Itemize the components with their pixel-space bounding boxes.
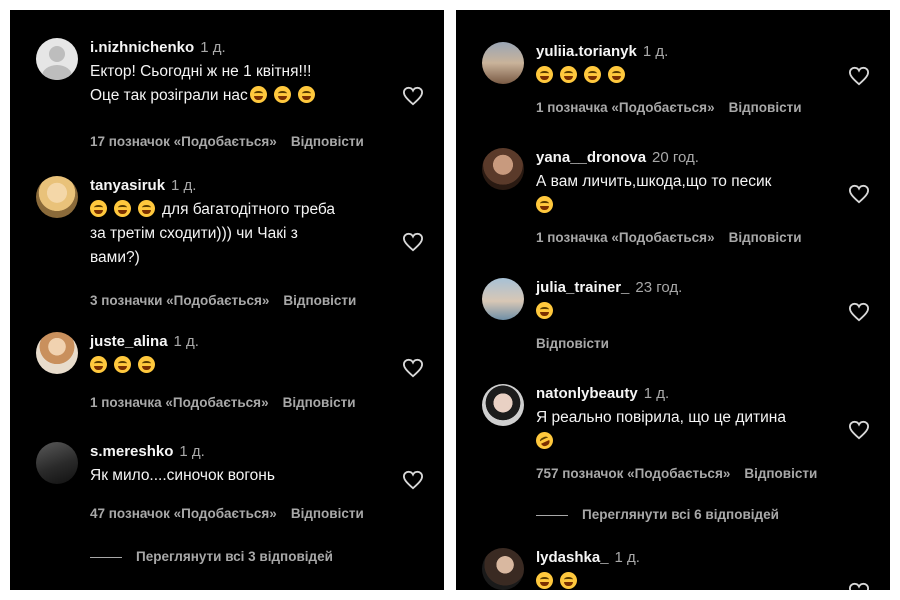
grin-emoji-icon	[584, 66, 601, 83]
comments-panel-right: yuliia.torianyk 1 д. 1 позначка «Подобаєт…	[456, 10, 890, 590]
grin-emoji-icon	[536, 196, 553, 213]
comment-username[interactable]: yuliia.torianyk	[536, 43, 637, 60]
avatar[interactable]	[36, 442, 78, 484]
like-count[interactable]: 1 позначка «Подобається»	[536, 230, 715, 245]
comment-username[interactable]: s.mereshko	[90, 443, 173, 460]
grin-emoji-icon	[114, 356, 131, 373]
grin-emoji-icon	[536, 66, 553, 83]
comment-username[interactable]: yana__dronova	[536, 149, 646, 166]
like-count[interactable]: 1 позначка «Подобається»	[90, 395, 269, 410]
comment-text: для багатодітного треба за третім сходит…	[90, 200, 336, 266]
grin-emoji-icon	[273, 86, 291, 103]
comment-username[interactable]: natonlybeauty	[536, 385, 638, 402]
avatar[interactable]	[482, 148, 524, 190]
grin-emoji-icon	[138, 356, 155, 373]
grin-emoji-icon	[536, 572, 553, 589]
avatar[interactable]	[36, 38, 78, 80]
grin-emoji-icon	[114, 200, 131, 217]
like-count[interactable]: 757 позначок «Подобається»	[536, 466, 730, 481]
grin-emoji-icon	[249, 86, 267, 103]
comment-time: 1 д.	[643, 385, 670, 402]
comment-time: 1 д.	[179, 443, 205, 460]
heart-icon[interactable]	[848, 184, 870, 204]
reply-button[interactable]: Відповісти	[536, 336, 609, 351]
heart-icon[interactable]	[848, 66, 870, 86]
replies-divider	[90, 556, 122, 558]
grin-emoji-icon	[90, 356, 107, 373]
like-count[interactable]: 1 позначка «Подобається»	[536, 100, 715, 115]
reply-button[interactable]: Відповісти	[283, 395, 356, 410]
comment-text: А вам личить,шкода,що то песик	[536, 170, 830, 218]
heart-icon[interactable]	[848, 582, 870, 590]
comment-text	[90, 354, 384, 378]
comment-username[interactable]: lydashka_	[536, 549, 609, 566]
heart-icon[interactable]	[402, 86, 424, 106]
avatar[interactable]	[36, 176, 78, 218]
comment-time: 1 д.	[173, 333, 199, 350]
replies-divider	[536, 514, 568, 516]
comment-time: 1 д.	[642, 43, 669, 60]
grin-emoji-icon	[560, 572, 577, 589]
comment-text: Я реально повірила, що це дитина	[533, 406, 830, 454]
comment-text	[536, 570, 830, 590]
comment-text: Як мило....синочок вогонь	[90, 467, 275, 484]
comment-time: 1 д.	[200, 39, 226, 56]
avatar[interactable]	[36, 332, 78, 374]
view-replies-button[interactable]: Переглянути всі 6 відповідей	[536, 507, 779, 522]
heart-icon[interactable]	[848, 420, 870, 440]
rofl-emoji-icon	[533, 429, 556, 452]
avatar[interactable]	[482, 278, 524, 320]
reply-button[interactable]: Відповісти	[744, 466, 817, 481]
reply-button[interactable]: Відповісти	[291, 506, 364, 521]
heart-icon[interactable]	[402, 470, 424, 490]
grin-emoji-icon	[90, 200, 107, 217]
avatar[interactable]	[482, 42, 524, 84]
comment-username[interactable]: tanyasiruk	[90, 177, 165, 194]
comment-text: Ектор! Сьогодні ж не 1 квітня!!! Оце так…	[90, 60, 384, 108]
heart-icon[interactable]	[402, 358, 424, 378]
comment-time: 20 год.	[652, 149, 699, 166]
default-avatar-icon	[42, 46, 72, 80]
comment-username[interactable]: i.nizhnichenko	[90, 39, 194, 56]
grin-emoji-icon	[560, 66, 577, 83]
reply-button[interactable]: Відповісти	[291, 134, 364, 149]
reply-button[interactable]: Відповісти	[729, 100, 802, 115]
comment-text	[536, 64, 830, 88]
like-count[interactable]: 17 позначок «Подобається»	[90, 134, 277, 149]
comment-text	[536, 300, 830, 324]
reply-button[interactable]: Відповісти	[729, 230, 802, 245]
reply-button[interactable]: Відповісти	[283, 293, 356, 308]
like-count[interactable]: 3 позначки «Подобається»	[90, 293, 269, 308]
view-replies-button[interactable]: Переглянути всі 3 відповідей	[90, 549, 333, 564]
avatar[interactable]	[482, 384, 524, 426]
comment-time: 23 год.	[635, 279, 683, 296]
like-count[interactable]: 47 позначок «Подобається»	[90, 506, 277, 521]
heart-icon[interactable]	[402, 232, 424, 252]
comment-username[interactable]: juste_alina	[90, 333, 168, 350]
grin-emoji-icon	[297, 86, 315, 103]
grin-emoji-icon	[536, 302, 553, 319]
grin-emoji-icon	[608, 66, 625, 83]
grin-emoji-icon	[138, 200, 155, 217]
heart-icon[interactable]	[848, 302, 870, 322]
comments-panel-left: i.nizhnichenko 1 д. Ектор! Сьогодні ж не …	[10, 10, 444, 590]
comment-time: 1 д.	[614, 549, 640, 566]
comment-username[interactable]: julia_trainer_	[536, 279, 629, 296]
avatar[interactable]	[482, 548, 524, 590]
comment-time: 1 д.	[171, 177, 197, 194]
